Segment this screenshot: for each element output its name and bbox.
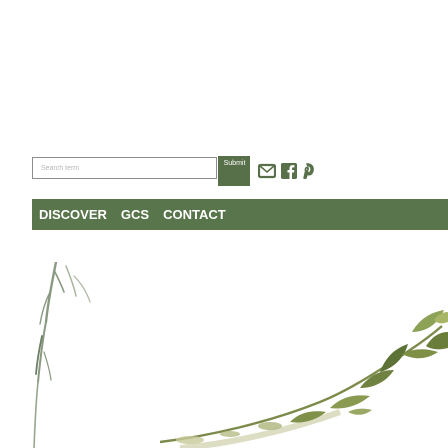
page: Submit DISCOVER GCS CONTACT [0, 0, 448, 448]
botanical-hero-image [33, 262, 448, 448]
mail-icon[interactable] [258, 163, 276, 179]
pinterest-icon[interactable] [301, 163, 315, 179]
main-nav-bar: DISCOVER GCS CONTACT [32, 199, 448, 230]
nav-item-contact[interactable]: CONTACT [163, 207, 226, 222]
nav-item-discover[interactable]: DISCOVER [39, 207, 107, 222]
left-stem-art [33, 262, 91, 448]
leafy-branch-art [159, 310, 448, 448]
search-submit-button[interactable]: Submit [218, 156, 250, 186]
nav-item-gcs[interactable]: GCS [121, 207, 149, 222]
facebook-icon[interactable] [281, 163, 297, 179]
search-input[interactable] [32, 157, 217, 179]
search-submit-label: Submit [223, 160, 246, 167]
